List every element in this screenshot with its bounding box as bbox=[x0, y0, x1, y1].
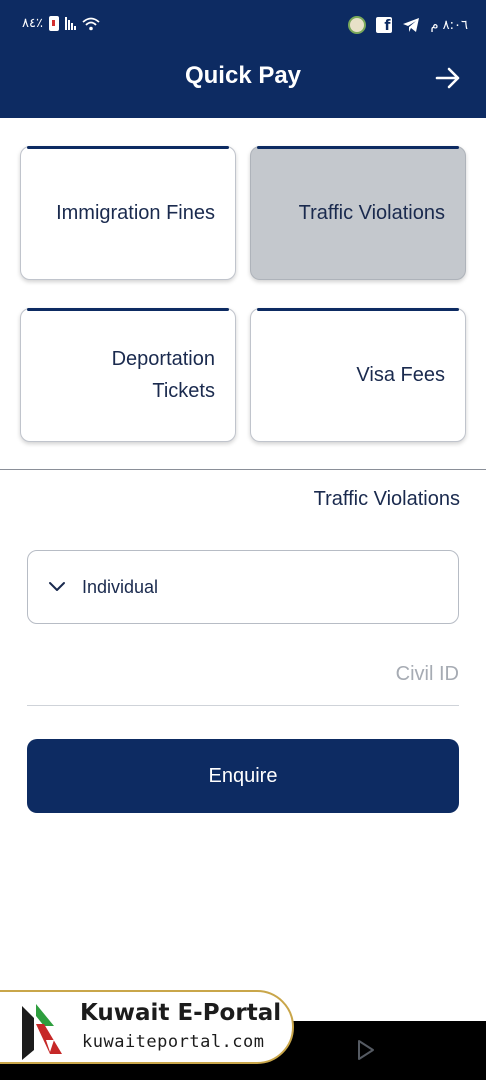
civil-id-input[interactable] bbox=[27, 640, 459, 705]
app-header: ٨٤٪ f ٨:٠٦ م Quick Pay bbox=[0, 0, 486, 118]
service-card-visa-fees[interactable]: Visa Fees bbox=[250, 307, 466, 442]
signal-icon bbox=[64, 17, 76, 30]
section-title: Traffic Violations bbox=[313, 488, 460, 510]
service-card-label: Immigration Fines bbox=[56, 202, 215, 224]
service-card-traffic-violations[interactable]: Traffic Violations bbox=[250, 145, 466, 280]
wifi-icon bbox=[82, 17, 100, 30]
page-title: Quick Pay bbox=[184, 62, 302, 89]
arrow-right-icon[interactable] bbox=[434, 64, 462, 92]
dropdown-selected-value: Individual bbox=[82, 576, 159, 597]
watermark-url: kuwaiteportal.com bbox=[82, 1032, 265, 1052]
service-card-immigration-fines[interactable]: Immigration Fines bbox=[20, 145, 236, 280]
chevron-down-icon bbox=[49, 582, 65, 591]
app-notification-icon bbox=[348, 16, 367, 34]
telegram-icon bbox=[403, 18, 420, 32]
service-card-label: Deportation Tickets bbox=[111, 348, 215, 402]
service-card-label: Visa Fees bbox=[356, 364, 445, 386]
divider bbox=[0, 469, 486, 470]
battery-icon bbox=[48, 16, 59, 31]
enquire-button[interactable]: Enquire bbox=[27, 739, 459, 813]
triangle-back-icon[interactable] bbox=[356, 1039, 376, 1061]
status-left: ٨٤٪ bbox=[22, 16, 100, 31]
service-card-label: Traffic Violations bbox=[298, 202, 445, 224]
status-bar: ٨٤٪ f ٨:٠٦ م bbox=[0, 0, 486, 52]
civil-id-field bbox=[27, 640, 459, 706]
watermark-badge: Kuwait E-Portal kuwaiteportal.com bbox=[0, 990, 294, 1064]
service-card-deportation-tickets[interactable]: Deportation Tickets bbox=[20, 307, 236, 442]
status-right: f ٨:٠٦ م bbox=[348, 16, 468, 34]
battery-percent: ٨٤٪ bbox=[22, 16, 43, 31]
watermark-title: Kuwait E-Portal bbox=[80, 1000, 282, 1026]
clock: ٨:٠٦ م bbox=[430, 17, 468, 33]
facebook-icon: f bbox=[376, 17, 393, 33]
person-type-dropdown[interactable]: Individual bbox=[27, 550, 459, 624]
kuwait-portal-logo bbox=[22, 1004, 62, 1060]
